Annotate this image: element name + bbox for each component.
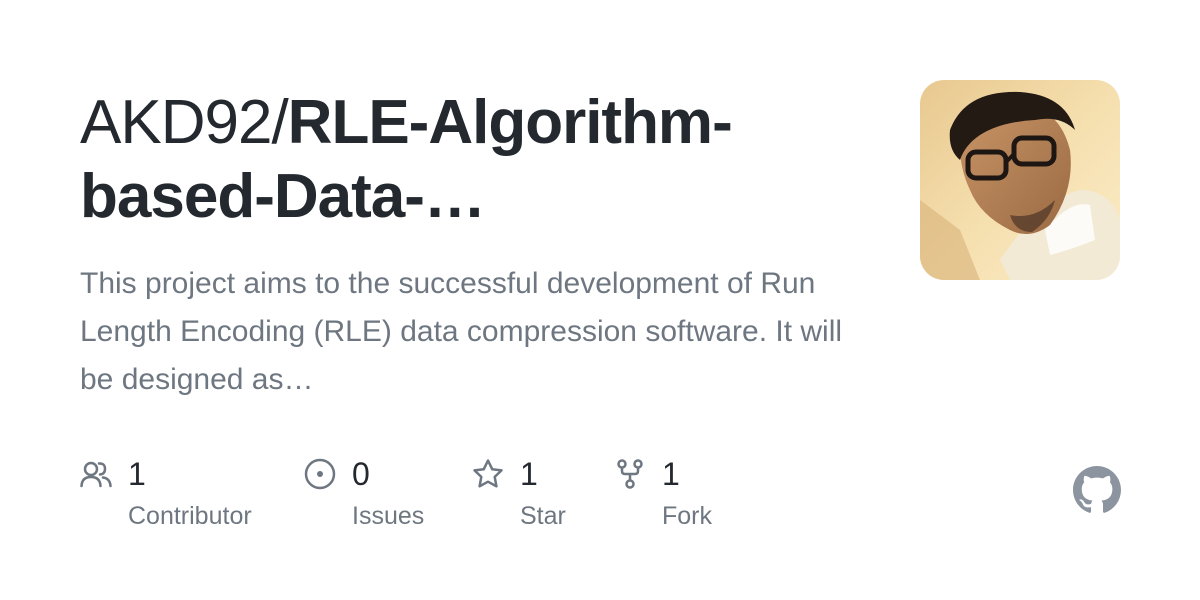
contributors-label: Contributor [128,502,252,530]
star-icon [473,459,503,488]
github-mark-icon[interactable] [1073,466,1121,514]
stat-stars[interactable]: 1 Star [472,452,602,542]
stars-label: Star [520,502,566,530]
stars-count: 1 [520,456,538,492]
repo-owner: AKD92/ [80,88,289,157]
stat-forks[interactable]: 1 Fork [614,452,744,542]
contributors-count: 1 [128,456,146,492]
forks-label: Fork [662,502,712,530]
avatar-photo [920,80,1120,280]
repo-name-line-2: based-Data-… [80,162,486,231]
issues-label: Issues [352,502,425,530]
repo-forked-icon [617,459,643,489]
stat-contributors[interactable]: 1 Contributor [80,452,280,542]
people-icon [80,461,112,488]
repo-name-line-1: RLE-Algorithm- [287,88,733,157]
owner-avatar[interactable] [920,80,1120,280]
repo-social-card: AKD92/RLE-Algorithm-based-Data-… This pr… [0,0,1200,600]
repo-title[interactable]: AKD92/RLE-Algorithm-based-Data-… [80,86,840,234]
issues-count: 0 [352,456,370,492]
issue-opened-icon [304,458,336,490]
stat-issues[interactable]: 0 Issues [304,452,454,542]
repo-description: This project aims to the successful deve… [80,267,843,396]
forks-count: 1 [662,456,680,492]
